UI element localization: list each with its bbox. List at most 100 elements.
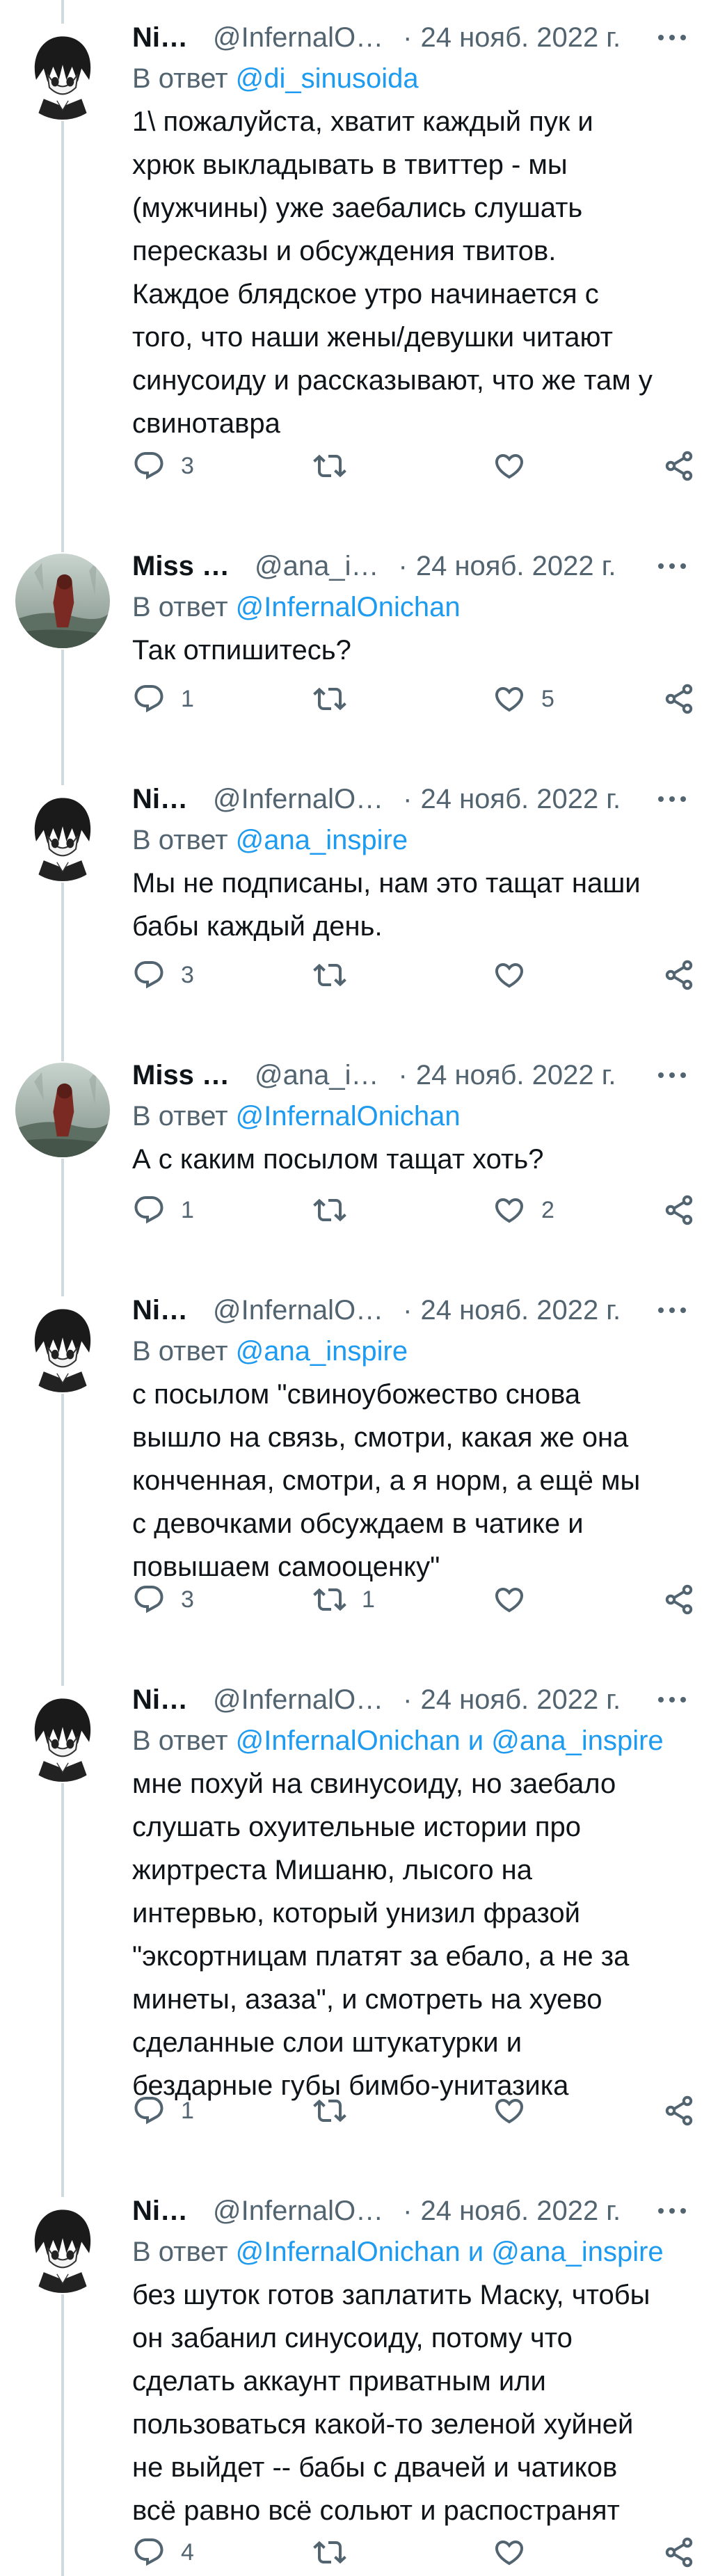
share-button[interactable]: [662, 954, 696, 996]
avatar[interactable]: [14, 2197, 111, 2294]
share-button[interactable]: [662, 445, 696, 487]
reply-icon: [132, 2094, 166, 2127]
tweet-date[interactable]: 24 нояб. 2022 г.: [420, 1295, 621, 1326]
retweet-button[interactable]: [313, 2531, 362, 2573]
tweet-header: Ni… @InfernalO… · 24 нояб. 2022 г.: [132, 18, 694, 57]
author-name[interactable]: Miss …: [132, 551, 230, 582]
share-icon: [662, 449, 696, 483]
avatar[interactable]: [14, 1061, 111, 1159]
like-button[interactable]: 2: [493, 1189, 554, 1231]
tweet-header: Ni… @InfernalO… · 24 нояб. 2022 г.: [132, 780, 694, 819]
like-button[interactable]: [493, 954, 541, 996]
tweet-date[interactable]: 24 нояб. 2022 г.: [416, 1060, 616, 1091]
author-handle[interactable]: @ana_i…: [255, 1060, 378, 1091]
tweet-header: Ni… @InfernalO… · 24 нояб. 2022 г.: [132, 1680, 694, 1719]
retweet-button[interactable]: [313, 1189, 362, 1231]
reply-mention-link[interactable]: @ana_inspire: [236, 825, 408, 855]
more-options-icon[interactable]: [658, 563, 694, 569]
tweet-header: Miss … @ana_i… · 24 нояб. 2022 г.: [132, 547, 694, 586]
like-button[interactable]: [493, 2090, 541, 2132]
retweet-button[interactable]: [313, 678, 362, 720]
author-handle[interactable]: @InfernalO…: [213, 22, 383, 54]
tweet-actions: 12: [132, 1189, 711, 1231]
author-name[interactable]: Ni…: [132, 784, 188, 815]
reply-mention-link[interactable]: @InfernalOnichan: [236, 1725, 461, 1756]
reply-mention-link[interactable]: @InfernalOnichan: [236, 592, 461, 622]
retweet-button[interactable]: [313, 2090, 362, 2132]
avatar[interactable]: [14, 785, 111, 883]
tweet-actions: 4: [132, 2531, 711, 2573]
reply-button[interactable]: 4: [132, 2531, 194, 2573]
author-name[interactable]: Miss …: [132, 1060, 230, 1091]
tweet-content: Miss … @ana_i… · 24 нояб. 2022 г. В ответ @I…: [132, 547, 694, 672]
like-icon: [493, 1193, 526, 1227]
retweet-button[interactable]: [313, 954, 362, 996]
author-name[interactable]: Ni…: [132, 22, 188, 54]
author-handle[interactable]: @ana_i…: [255, 551, 378, 582]
tweet-actions: 3: [132, 954, 711, 996]
reply-mention-link[interactable]: @InfernalOnichan: [236, 2237, 461, 2267]
author-name[interactable]: Ni…: [132, 1295, 188, 1326]
share-button[interactable]: [662, 2090, 696, 2132]
reply-button[interactable]: 3: [132, 1579, 194, 1620]
separator-dot: ·: [398, 550, 408, 581]
reply-icon: [132, 958, 166, 992]
reply-mention-link[interactable]: @InfernalOnichan: [236, 1101, 461, 1132]
share-button[interactable]: [662, 1579, 696, 1620]
tweet-date[interactable]: 24 нояб. 2022 г.: [420, 784, 621, 815]
reply-context: В ответ @di_sinusoida: [132, 57, 694, 100]
retweet-icon: [313, 1583, 346, 1616]
like-button[interactable]: [493, 1579, 541, 1620]
tweet-date[interactable]: 24 нояб. 2022 г.: [416, 551, 616, 582]
more-options-icon[interactable]: [658, 796, 694, 802]
share-button[interactable]: [662, 1189, 696, 1231]
share-icon: [662, 682, 696, 716]
author-handle[interactable]: @InfernalO…: [213, 1295, 383, 1326]
author-name[interactable]: Ni…: [132, 2196, 188, 2227]
tweet-date[interactable]: 24 нояб. 2022 г.: [420, 2196, 621, 2227]
avatar[interactable]: [14, 1296, 111, 1394]
like-button[interactable]: [493, 445, 541, 487]
reply-button[interactable]: 1: [132, 1189, 194, 1231]
more-options-icon[interactable]: [658, 35, 694, 40]
tweet-date[interactable]: 24 нояб. 2022 г.: [420, 1684, 621, 1716]
tweet-content: Miss … @ana_i… · 24 нояб. 2022 г. В ответ @I…: [132, 1056, 694, 1181]
author-handle[interactable]: @InfernalO…: [213, 1684, 383, 1716]
reply-button[interactable]: 1: [132, 2090, 194, 2132]
author-handle[interactable]: @InfernalO…: [213, 2196, 383, 2227]
tweet-actions: 15: [132, 678, 711, 720]
tweet-date[interactable]: 24 нояб. 2022 г.: [420, 22, 621, 54]
more-options-icon[interactable]: [658, 1072, 694, 1078]
reply-mention-link[interactable]: @ana_inspire: [491, 1725, 663, 1756]
tweet-text: без шуток готов заплатить Маску, чтобы о…: [132, 2280, 650, 2526]
reply-prefix: В ответ: [132, 2237, 236, 2267]
reply-button[interactable]: 1: [132, 678, 194, 720]
retweet-button[interactable]: [313, 445, 362, 487]
share-button[interactable]: [662, 2531, 696, 2573]
reply-joiner: и: [460, 2237, 492, 2267]
more-options-icon[interactable]: [658, 1697, 694, 1702]
avatar[interactable]: [14, 24, 111, 121]
reply-mention-link[interactable]: @ana_inspire: [236, 1336, 408, 1367]
share-button[interactable]: [662, 678, 696, 720]
reply-button[interactable]: 3: [132, 445, 194, 487]
share-icon: [662, 2536, 696, 2569]
tweet-content: Ni… @InfernalO… · 24 нояб. 2022 г. В ответ @…: [132, 1291, 694, 1588]
author-handle[interactable]: @InfernalO…: [213, 784, 383, 815]
author-name[interactable]: Ni…: [132, 1684, 188, 1716]
reply-prefix: В ответ: [132, 592, 236, 622]
like-button[interactable]: 5: [493, 678, 554, 720]
avatar[interactable]: [14, 1686, 111, 1783]
separator-dot: ·: [398, 1059, 408, 1090]
more-options-icon[interactable]: [658, 2208, 694, 2214]
reply-count: 1: [181, 2097, 194, 2124]
more-options-icon[interactable]: [658, 1307, 694, 1313]
retweet-button[interactable]: 1: [313, 1579, 375, 1620]
avatar[interactable]: [14, 552, 111, 650]
reply-mention-link[interactable]: @ana_inspire: [491, 2237, 663, 2267]
like-button[interactable]: [493, 2531, 541, 2573]
reply-context: В ответ @InfernalOnichan и @ana_inspire: [132, 1719, 694, 1762]
retweet-icon: [313, 449, 346, 483]
reply-mention-link[interactable]: @di_sinusoida: [236, 63, 419, 94]
reply-button[interactable]: 3: [132, 954, 194, 996]
